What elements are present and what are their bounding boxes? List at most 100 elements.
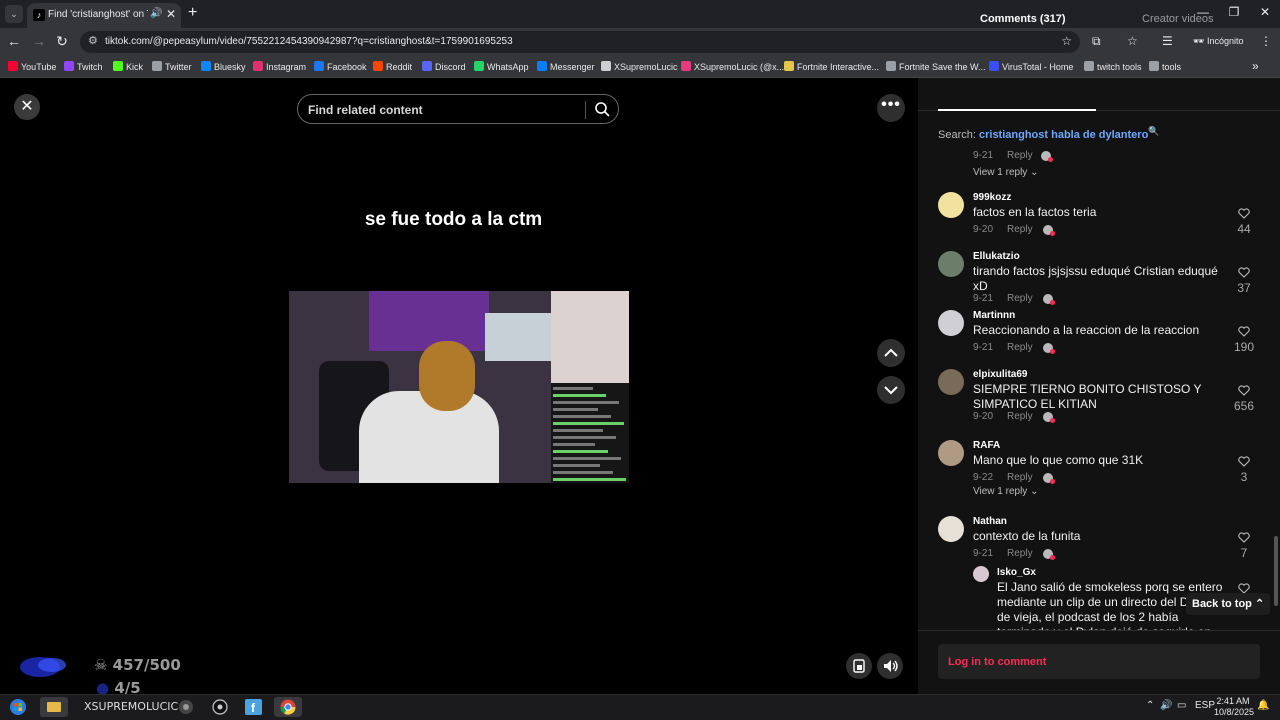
bookmark-4[interactable]: Bluesky — [201, 61, 246, 72]
bookmark-7[interactable]: Reddit — [373, 61, 412, 72]
window-close-icon[interactable]: ✕ — [1255, 5, 1275, 19]
bookmark-13[interactable]: Fortnite Interactive... — [784, 61, 879, 72]
bookmark-12[interactable]: XSupremoLucic (@x... — [681, 61, 784, 72]
bookmark-16[interactable]: twitch tools — [1084, 61, 1142, 72]
bookmark-11[interactable]: XSupremoLucic — [601, 61, 678, 72]
comment-username[interactable]: RAFA — [973, 440, 1000, 451]
language-indicator[interactable]: ESP — [1195, 700, 1215, 711]
comment-avatar[interactable] — [938, 516, 964, 542]
bookmark-9[interactable]: WhatsApp — [474, 61, 529, 72]
more-options-icon[interactable]: ••• — [877, 94, 905, 122]
new-tab-button[interactable]: + — [188, 4, 197, 22]
restore-icon[interactable]: ❐ — [1224, 5, 1244, 19]
creator-liked-icon — [1043, 549, 1055, 560]
reply-button[interactable]: Reply — [1007, 548, 1033, 559]
comment-avatar[interactable] — [938, 310, 964, 336]
chrome-app-icon[interactable] — [274, 697, 302, 717]
tab-search-button[interactable]: ⌄ — [5, 5, 23, 23]
bookmark-1[interactable]: Twitch — [64, 61, 103, 72]
tab-comments[interactable]: Comments (317) — [980, 13, 1066, 25]
bookmarks-icon[interactable]: ☆ — [1127, 34, 1138, 48]
like-heart-icon[interactable] — [1238, 532, 1250, 543]
view-replies-button[interactable]: View 1 reply ⌄ — [973, 486, 1038, 497]
bookmark-8[interactable]: Discord — [422, 61, 466, 72]
reading-list-icon[interactable]: ☰ — [1162, 34, 1173, 48]
comments-scrollbar[interactable] — [1274, 536, 1278, 606]
clock[interactable]: 2:41 AM 10/8/2025 — [1214, 696, 1254, 718]
bookmark-0[interactable]: YouTube — [8, 61, 56, 72]
like-heart-icon[interactable] — [1238, 456, 1250, 467]
like-heart-icon[interactable] — [1238, 326, 1250, 337]
like-heart-icon[interactable] — [1238, 385, 1250, 396]
reply-button[interactable]: Reply — [1007, 411, 1033, 422]
comment-username[interactable]: 999kozz — [973, 192, 1011, 203]
next-video-button[interactable] — [877, 376, 905, 404]
url-text[interactable]: tiktok.com/@pepeasylum/video/75522124543… — [105, 36, 513, 47]
like-count: 44 — [1237, 222, 1251, 236]
network-tray-icon[interactable]: ▭ — [1177, 700, 1186, 711]
tab-creator-videos[interactable]: Creator videos — [1142, 13, 1214, 25]
comment-avatar[interactable] — [938, 251, 964, 277]
reply-button[interactable]: Reply — [1007, 472, 1033, 483]
reply-button[interactable]: Reply — [1007, 342, 1033, 353]
bookmark-6[interactable]: Facebook — [314, 61, 367, 72]
explorer-app-icon[interactable] — [40, 697, 68, 717]
view-replies-button[interactable]: View 1 reply ⌄ — [973, 167, 1038, 178]
bookmark-14[interactable]: Fortnite Save the W... — [886, 61, 986, 72]
address-bar[interactable]: ⚙ tiktok.com/@pepeasylum/video/755221245… — [80, 31, 1080, 53]
reply-avatar[interactable] — [973, 566, 989, 582]
volume-tray-icon[interactable]: 🔊 — [1160, 700, 1172, 711]
tab-close-icon[interactable]: ✕ — [166, 7, 176, 21]
notifications-icon[interactable]: 🔔 — [1257, 700, 1269, 711]
tray-overflow-icon[interactable]: ⌃ — [1146, 700, 1154, 711]
facebook-app-icon[interactable]: f — [240, 697, 268, 717]
comment-avatar[interactable] — [938, 440, 964, 466]
start-icon[interactable] — [8, 698, 28, 716]
taskbar-app-label[interactable]: XSUPREMOLUCIC — [84, 700, 178, 713]
bookmark-2[interactable]: Kick — [113, 61, 143, 72]
previous-video-button[interactable] — [877, 339, 905, 367]
pip-button[interactable] — [846, 653, 872, 679]
incognito-profile[interactable]: 🕶 Incógnito — [1193, 36, 1243, 47]
browser-tab[interactable]: ♪ Find 'cristianghost' on TikTok 🔊 ✕ — [27, 3, 181, 28]
search-icon[interactable] — [594, 101, 610, 117]
forward-icon[interactable]: → — [30, 33, 48, 49]
close-video-icon[interactable]: ✕ — [14, 94, 40, 120]
reply-button[interactable]: Reply — [1007, 150, 1033, 161]
volume-button[interactable] — [877, 653, 903, 679]
bookmark-17[interactable]: tools — [1149, 61, 1181, 72]
comment-username[interactable]: Ellukatzio — [973, 251, 1020, 262]
comment-date: 9-21 — [973, 342, 994, 353]
related-search-input[interactable]: Find related content — [297, 94, 619, 124]
login-to-comment-button[interactable]: Log in to comment — [938, 644, 1260, 679]
comment-username[interactable]: elpixulita69 — [973, 369, 1027, 380]
like-heart-icon[interactable] — [1238, 267, 1250, 278]
bookmark-star-icon[interactable]: ☆ — [1061, 34, 1072, 48]
audio-playing-icon[interactable]: 🔊 — [150, 8, 162, 19]
bookmark-15[interactable]: VirusTotal - Home — [989, 61, 1073, 72]
site-info-icon[interactable]: ⚙ — [88, 34, 98, 47]
bookmark-3[interactable]: Twitter — [152, 61, 192, 72]
bookmark-label: XSupremoLucic — [614, 62, 678, 72]
comment-text: contexto de la funita — [973, 529, 1081, 543]
extensions-icon[interactable]: ⧉ — [1092, 34, 1101, 49]
media-app-icon[interactable] — [172, 697, 200, 717]
obs-app-icon[interactable] — [206, 697, 234, 717]
search-suggestion-link[interactable]: cristianghost habla de dylantero — [979, 129, 1148, 141]
bookmark-5[interactable]: Instagram — [253, 61, 306, 72]
like-heart-icon[interactable] — [1238, 208, 1250, 219]
bookmark-label: Discord — [435, 62, 466, 72]
browser-menu-icon[interactable]: ⋮ — [1260, 34, 1272, 48]
bookmarks-overflow-button[interactable]: » — [1252, 59, 1259, 73]
reply-username[interactable]: Isko_Gx — [997, 567, 1036, 578]
reload-icon[interactable]: ↻ — [53, 33, 71, 50]
comment-username[interactable]: Nathan — [973, 516, 1007, 527]
reply-button[interactable]: Reply — [1007, 224, 1033, 235]
bookmark-10[interactable]: Messenger — [537, 61, 595, 72]
back-icon[interactable]: ← — [5, 33, 23, 49]
back-to-top-button[interactable]: Back to top ⌃ — [1186, 593, 1270, 615]
comment-avatar[interactable] — [938, 369, 964, 395]
comment-avatar[interactable] — [938, 192, 964, 218]
reply-button[interactable]: Reply — [1007, 293, 1033, 304]
comment-username[interactable]: Martinnn — [973, 310, 1015, 321]
